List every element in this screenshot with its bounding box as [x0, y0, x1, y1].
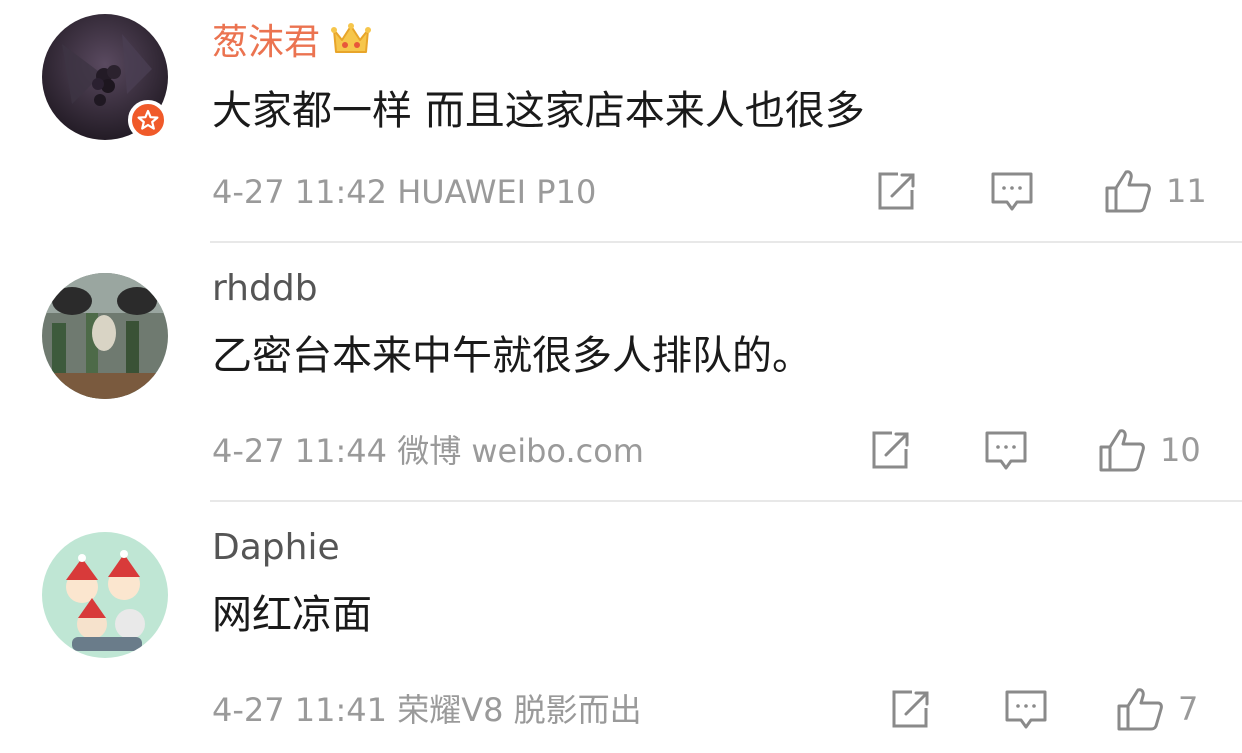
comment-item: rhddb 乙密台本来中午就很多人排队的。 4-27 11:44 微博 weib… — [0, 243, 1242, 501]
like-count: 7 — [1178, 690, 1199, 728]
like-count: 11 — [1166, 172, 1207, 210]
comment-button[interactable] — [984, 429, 1028, 473]
like-count: 10 — [1160, 431, 1201, 469]
username[interactable]: rhddb — [212, 267, 318, 311]
comment-meta: 4-27 11:41 荣耀V8 脱影而出 — [212, 691, 642, 729]
share-icon — [878, 172, 915, 210]
comment-text: 网红凉面 — [212, 592, 372, 638]
crown-icon — [330, 20, 372, 69]
comment-button[interactable] — [1004, 688, 1048, 732]
like-button[interactable]: 10 — [1098, 427, 1201, 473]
comment-button[interactable] — [990, 170, 1034, 214]
repost-button[interactable] — [870, 429, 912, 471]
like-button[interactable]: 11 — [1104, 168, 1207, 214]
comment-icon — [1005, 690, 1047, 729]
vip-star-icon — [137, 109, 159, 130]
comment-text: 乙密台本来中午就很多人排队的。 — [212, 333, 812, 379]
vip-badge — [128, 100, 168, 140]
like-button[interactable]: 7 — [1116, 686, 1198, 732]
username-text[interactable]: 葱沫君 — [212, 22, 320, 63]
share-icon — [892, 690, 929, 728]
thumbs-up-icon — [1105, 170, 1151, 213]
avatar[interactable] — [42, 273, 168, 399]
comment-meta: 4-27 11:42 HUAWEI P10 — [212, 173, 597, 211]
comment-item: 葱沫君 大家都一样 而且这家店本来人也很多 4-27 11:42 HUAWEI … — [0, 0, 1242, 242]
repost-button[interactable] — [890, 688, 932, 730]
comment-icon — [985, 431, 1027, 470]
avatar[interactable] — [42, 532, 168, 658]
username[interactable]: 葱沫君 — [212, 20, 372, 69]
thumbs-up-icon — [1099, 429, 1145, 472]
comment-text: 大家都一样 而且这家店本来人也很多 — [212, 88, 865, 134]
comment-icon — [991, 172, 1033, 211]
comment-item: Daphie 网红凉面 4-27 11:41 荣耀V8 脱影而出 7 — [0, 502, 1242, 753]
repost-button[interactable] — [876, 170, 918, 212]
username[interactable]: Daphie — [212, 526, 340, 570]
share-icon — [872, 431, 909, 469]
comment-meta: 4-27 11:44 微博 weibo.com — [212, 432, 644, 470]
thumbs-up-icon — [1117, 688, 1163, 731]
